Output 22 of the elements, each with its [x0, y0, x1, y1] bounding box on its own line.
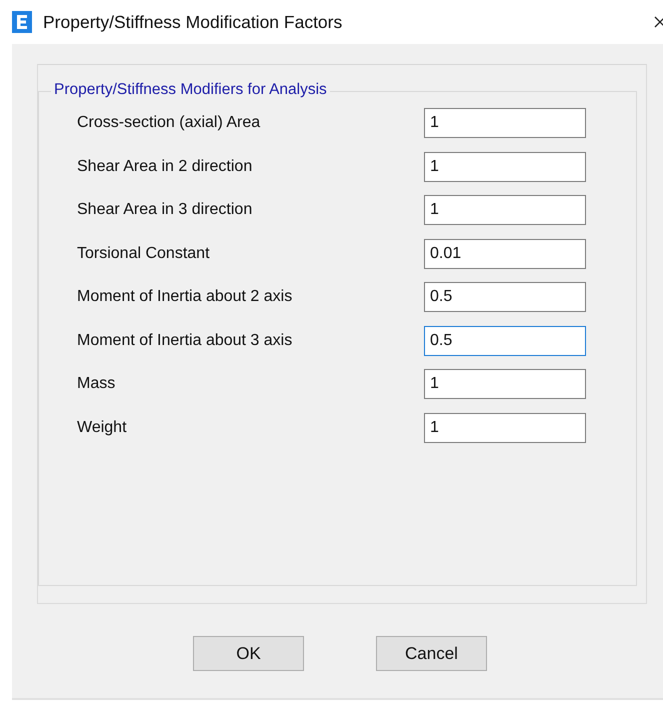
input-field[interactable]: 0.5	[424, 282, 586, 312]
field-label: Weight	[77, 418, 128, 436]
close-icon[interactable]	[654, 15, 663, 29]
field-label: Shear Area in 3 direction	[77, 201, 254, 219]
field-label: Moment of Inertia about 3 axis	[77, 332, 294, 350]
field-label: Shear Area in 2 direction	[77, 158, 254, 176]
field-label: Torsional Constant	[77, 244, 211, 262]
field-label: Moment of Inertia about 2 axis	[77, 288, 294, 306]
input-field[interactable]: 0.5	[424, 326, 586, 356]
field-label: Mass	[77, 375, 116, 393]
input-field[interactable]: 1	[424, 369, 586, 399]
window-title: Property/Stiffness Modification Factors	[43, 12, 342, 32]
ok-button[interactable]: OK	[193, 636, 304, 671]
input-field[interactable]: 1	[424, 195, 586, 225]
input-field[interactable]: 1	[424, 152, 586, 182]
field-label: Cross-section (axial) Area	[77, 114, 262, 132]
group-title: Property/Stiffness Modifiers for Analysis	[51, 81, 330, 99]
input-field[interactable]: 0.01	[424, 238, 586, 268]
input-field[interactable]: 1	[424, 412, 586, 442]
input-field[interactable]: 1	[424, 108, 586, 138]
app-logo-icon	[12, 11, 32, 33]
cancel-button[interactable]: Cancel	[376, 636, 487, 671]
